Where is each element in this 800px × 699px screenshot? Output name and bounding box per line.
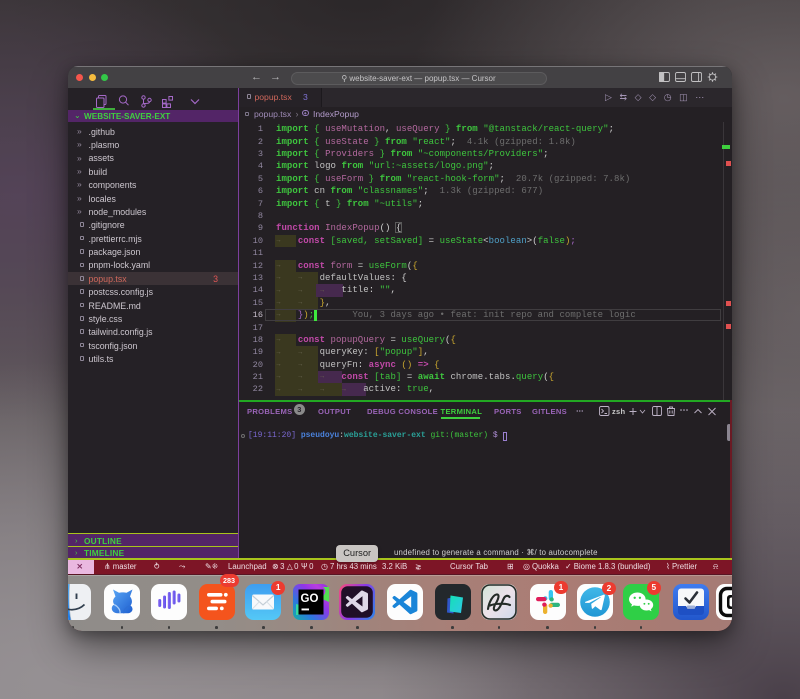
svg-text:GO: GO: [301, 593, 319, 605]
svg-text:zsh: zsh: [612, 407, 626, 416]
